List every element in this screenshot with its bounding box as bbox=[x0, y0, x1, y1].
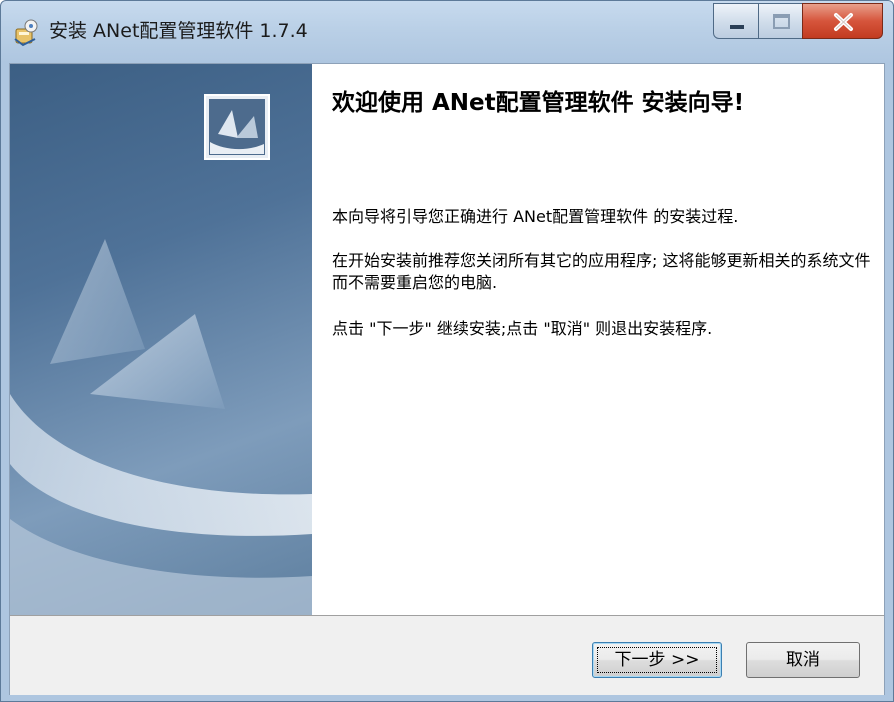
maximize-button[interactable] bbox=[758, 3, 803, 39]
wizard-side-banner bbox=[10, 64, 312, 615]
window-controls bbox=[713, 3, 883, 39]
instructions-paragraph: 点击 "下一步" 继续安装;点击 "取消" 则退出安装程序. bbox=[332, 319, 713, 338]
wizard-content: 欢迎使用 ANet配置管理软件 安装向导! 本向导将引导您正确进行 ANet配置… bbox=[312, 64, 884, 615]
minimize-icon bbox=[730, 25, 744, 29]
close-button[interactable] bbox=[802, 3, 883, 39]
close-apps-paragraph: 在开始安装前推荐您关闭所有其它的应用程序; 这将能够更新相关的系统文件而不需要重… bbox=[332, 251, 871, 292]
welcome-title: 欢迎使用 ANet配置管理软件 安装向导! bbox=[332, 90, 745, 116]
wizard-client-area: 欢迎使用 ANet配置管理软件 安装向导! 本向导将引导您正确进行 ANet配置… bbox=[9, 63, 885, 695]
cancel-button[interactable]: 取消 bbox=[746, 642, 860, 678]
installer-icon bbox=[11, 17, 41, 47]
next-button[interactable]: 下一步 >> bbox=[592, 642, 722, 678]
minimize-button[interactable] bbox=[713, 3, 759, 39]
anet-logo bbox=[204, 94, 270, 160]
focus-ring bbox=[597, 647, 717, 673]
window-title: 安装 ANet配置管理软件 1.7.4 bbox=[49, 20, 308, 42]
cancel-button-label: 取消 bbox=[786, 650, 820, 670]
wizard-button-bar: 下一步 >> 取消 bbox=[10, 615, 884, 695]
close-icon bbox=[834, 13, 853, 31]
maximize-icon bbox=[773, 14, 790, 29]
title-bar[interactable]: 安装 ANet配置管理软件 1.7.4 bbox=[1, 1, 893, 63]
installer-window: 安装 ANet配置管理软件 1.7.4 欢迎使用 ANet配置管理软件 安装向导… bbox=[0, 0, 894, 702]
intro-paragraph: 本向导将引导您正确进行 ANet配置管理软件 的安装过程. bbox=[332, 207, 739, 226]
